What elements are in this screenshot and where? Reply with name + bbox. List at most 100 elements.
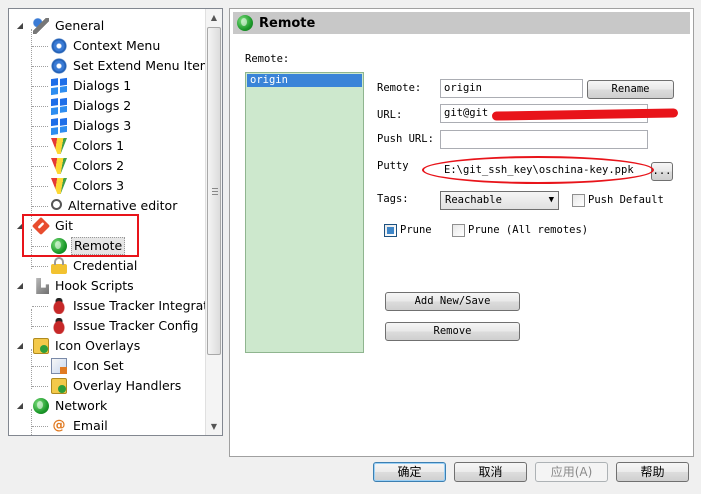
tree-connector xyxy=(32,386,48,387)
help-button[interactable]: 帮助 xyxy=(616,462,689,482)
tree-item-label: Colors 3 xyxy=(73,178,125,193)
ok-button[interactable]: 确定 xyxy=(373,462,446,482)
expand-collapse-icon[interactable]: ◢ xyxy=(15,21,25,30)
tree-item-label: Alternative editor xyxy=(68,198,178,213)
tree-item-label: Icon Overlays xyxy=(55,338,141,353)
tree-connector xyxy=(32,326,48,327)
cancel-button[interactable]: 取消 xyxy=(454,462,527,482)
expand-collapse-icon[interactable]: ◢ xyxy=(15,341,25,350)
tree-connector xyxy=(31,29,32,221)
tree-item-colors-3[interactable]: Colors 3 xyxy=(51,176,126,196)
tree-item-dialogs-1[interactable]: Dialogs 1 xyxy=(51,76,133,96)
remote-list[interactable]: origin xyxy=(245,72,364,353)
gear-icon xyxy=(51,58,67,74)
tree-item-label: Icon Set xyxy=(73,358,124,373)
colors-icon xyxy=(51,178,67,194)
url-label: URL: xyxy=(377,109,403,121)
globe-icon xyxy=(237,15,253,31)
rename-button[interactable]: Rename xyxy=(587,80,674,99)
bug-icon xyxy=(51,318,67,334)
tree-connector xyxy=(32,86,48,87)
tree-item-issue-tracker-config[interactable]: Issue Tracker Config xyxy=(51,316,200,336)
prune-checkbox[interactable] xyxy=(384,224,397,237)
scroll-up-arrow-icon[interactable]: ▲ xyxy=(206,9,222,26)
tree-item-email[interactable]: @ Email xyxy=(51,416,110,435)
tree-connector xyxy=(31,349,32,389)
tree-item-label: Colors 1 xyxy=(73,138,125,153)
expand-collapse-icon[interactable]: ◢ xyxy=(15,401,25,410)
hook-icon xyxy=(36,278,49,294)
tree-item-dialogs-3[interactable]: Dialogs 3 xyxy=(51,116,133,136)
scroll-down-arrow-icon[interactable]: ▼ xyxy=(206,418,222,435)
push-url-label: Push URL: xyxy=(377,133,434,145)
overlay-icon xyxy=(33,338,49,354)
dropdown-arrow-icon: ▼ xyxy=(548,195,554,205)
tree-connector xyxy=(31,409,32,435)
remove-button[interactable]: Remove xyxy=(385,322,520,341)
iconset-icon xyxy=(51,358,67,374)
tree-item-general[interactable]: General xyxy=(33,16,106,36)
push-default-checkbox[interactable] xyxy=(572,194,585,207)
email-icon: @ xyxy=(52,418,66,433)
tree-item-colors-2[interactable]: Colors 2 xyxy=(51,156,126,176)
tree-connector xyxy=(32,206,48,207)
tools-icon xyxy=(33,18,49,34)
tree-item-context-menu[interactable]: Context Menu xyxy=(51,36,162,56)
tree-item-issue-tracker-integrati[interactable]: Issue Tracker Integrati xyxy=(51,296,214,316)
push-default-label: Push Default xyxy=(588,194,664,206)
grip-icon xyxy=(212,188,218,195)
tree-item-label: Colors 2 xyxy=(73,158,125,173)
windows-icon xyxy=(51,76,67,96)
tree-item-dialogs-2[interactable]: Dialogs 2 xyxy=(51,96,133,116)
tree-item-set-extend-menu-item[interactable]: Set Extend Menu Item xyxy=(51,56,214,76)
tree-connector xyxy=(32,106,48,107)
tree-item-label: Dialogs 2 xyxy=(73,98,132,113)
tree-connector xyxy=(32,426,48,427)
annotation-ellipse xyxy=(422,156,654,184)
tree-item-credential[interactable]: Credential xyxy=(51,256,139,276)
scroll-thumb[interactable] xyxy=(207,27,221,355)
tree-item-overlay-handlers[interactable]: Overlay Handlers xyxy=(51,376,183,396)
tree-connector xyxy=(32,186,48,187)
tree-connector xyxy=(32,146,48,147)
tree-item-icon-overlays[interactable]: Icon Overlays xyxy=(33,336,142,356)
apply-button[interactable]: 应用(A) xyxy=(535,462,608,482)
putty-label: Putty xyxy=(377,160,409,172)
tree-item-network[interactable]: Network xyxy=(33,396,109,416)
remote-settings-panel: Remote Remote: origin Remote: origin Ren… xyxy=(229,8,694,457)
annotation-highlight-box xyxy=(22,214,139,257)
remote-label: Remote: xyxy=(377,82,422,94)
remote-list-label: Remote: xyxy=(245,53,290,65)
prune-all-checkbox[interactable] xyxy=(452,224,465,237)
tree-item-label: Dialogs 3 xyxy=(73,118,132,133)
tree-item-label: Network xyxy=(55,398,108,413)
remote-name-field[interactable]: origin xyxy=(440,79,583,98)
tree-item-colors-1[interactable]: Colors 1 xyxy=(51,136,126,156)
remote-list-item[interactable]: origin xyxy=(247,74,362,87)
tree-item-label: Dialogs 1 xyxy=(73,78,132,93)
tree-connector xyxy=(32,66,48,67)
tree-scrollbar[interactable]: ▲ ▼ xyxy=(205,9,222,435)
tree-connector xyxy=(32,266,48,267)
tree-item-icon-set[interactable]: Icon Set xyxy=(51,356,126,376)
tree-item-label: Hook Scripts xyxy=(55,278,134,293)
prune-all-label: Prune (All remotes) xyxy=(468,224,589,236)
tags-select[interactable]: Reachable ▼ xyxy=(440,191,559,210)
windows-icon xyxy=(51,116,67,136)
tree-connector xyxy=(32,366,48,367)
overlay-icon xyxy=(51,378,67,394)
browse-putty-button[interactable]: ... xyxy=(651,162,673,181)
tree-item-label: Context Menu xyxy=(73,38,161,53)
tree-item-alternative-editor[interactable]: Alternative editor xyxy=(51,196,179,216)
lock-icon xyxy=(51,257,67,274)
bug-icon xyxy=(51,298,67,314)
tree-item-hook-scripts[interactable]: Hook Scripts xyxy=(33,276,136,296)
push-url-field[interactable] xyxy=(440,130,648,149)
windows-icon xyxy=(51,96,67,116)
tree-connector xyxy=(32,126,48,127)
tags-selected-value: Reachable xyxy=(445,194,502,206)
add-new-save-button[interactable]: Add New/Save xyxy=(385,292,520,311)
tree-item-label: Issue Tracker Integrati xyxy=(73,298,212,313)
annotation-redaction xyxy=(491,108,679,121)
expand-collapse-icon[interactable]: ◢ xyxy=(15,281,25,290)
